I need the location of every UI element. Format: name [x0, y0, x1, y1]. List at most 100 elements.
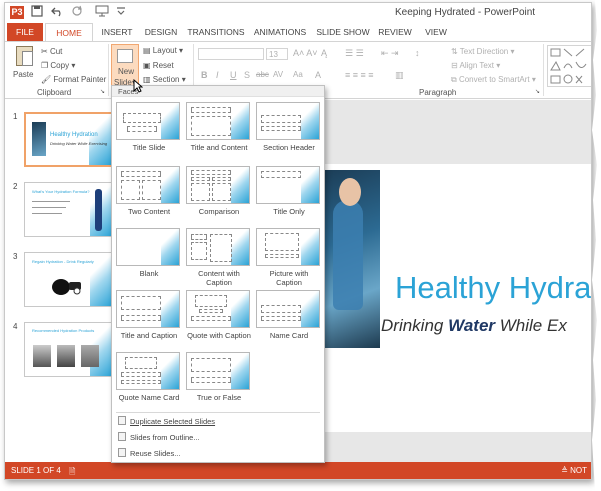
layout-quote-with-caption[interactable]: Quote with Caption: [186, 290, 252, 340]
align-icons[interactable]: ≡ ≡ ≡ ≡: [345, 70, 374, 80]
layout-button[interactable]: ▤ Layout ▾: [143, 46, 183, 55]
notes-label: NOT: [570, 466, 587, 475]
section-button[interactable]: ▥ Section ▾: [143, 75, 186, 84]
layout-two-content[interactable]: Two Content: [116, 166, 182, 216]
tab-insert[interactable]: INSERT: [95, 23, 139, 41]
slide-thumbnail-4[interactable]: Recommended Hydration Products: [24, 322, 113, 377]
presenter-icon[interactable]: [95, 5, 109, 22]
slide-subtitle-bold: Water: [448, 316, 496, 335]
command-label: Duplicate Selected Slides: [130, 417, 216, 426]
bold-button[interactable]: B: [201, 70, 208, 80]
layout-comparison[interactable]: Comparison: [186, 166, 252, 216]
slide-thumbnails-pane: 1 Healthy Hydration Drinking Water While…: [5, 100, 117, 462]
tab-slide-show[interactable]: SLIDE SHOW: [315, 23, 371, 41]
redo-icon[interactable]: [71, 5, 83, 22]
command-label: Reuse Slides...: [130, 449, 181, 458]
layout-content-with-caption[interactable]: Content with Caption: [186, 228, 252, 287]
grow-font-icon[interactable]: A˄ A˅: [293, 48, 318, 58]
text-direction-button[interactable]: ⇅ Text Direction ▾: [451, 47, 515, 56]
slides-from-outline-command[interactable]: Slides from Outline...: [118, 432, 200, 444]
font-color-button[interactable]: A: [315, 70, 321, 80]
layout-name-card[interactable]: Name Card: [256, 290, 322, 340]
copy-button[interactable]: ❐ Copy ▾: [41, 61, 75, 70]
current-slide[interactable]: Healthy Hydra Drinking Water While Ex: [317, 164, 591, 432]
layout-blank[interactable]: Blank: [116, 228, 182, 278]
underline-button[interactable]: U: [230, 70, 237, 80]
thumbnail-number: 3: [13, 252, 18, 261]
mouse-cursor-icon: [133, 79, 143, 93]
reset-icon: ▣: [143, 61, 151, 70]
thumbnail-text-line: [32, 207, 66, 208]
line-spacing-icon[interactable]: ↕: [415, 48, 420, 58]
slide-subtitle-part: Drinking: [381, 316, 449, 335]
reuse-slides-command[interactable]: Reuse Slides...: [118, 448, 180, 460]
tab-file[interactable]: FILE: [7, 23, 43, 41]
font-name-field[interactable]: [198, 48, 264, 60]
tab-home[interactable]: HOME: [45, 23, 93, 41]
align-text-button[interactable]: ⊟ Align Text ▾: [451, 61, 500, 70]
section-label: Section: [152, 75, 180, 84]
save-icon[interactable]: [31, 5, 43, 22]
layout-true-or-false[interactable]: True or False: [186, 352, 252, 402]
slide-thumbnail-1[interactable]: Healthy Hydration Drinking Water While E…: [24, 112, 113, 167]
change-case-button[interactable]: Aa: [293, 70, 303, 79]
paste-button[interactable]: Paste: [13, 70, 33, 79]
shadow-button[interactable]: S: [244, 70, 250, 80]
indent-icon[interactable]: ⇤ ⇥: [381, 48, 399, 59]
slide-title[interactable]: Healthy Hydra: [395, 270, 591, 306]
dropdown-divider: [116, 412, 320, 413]
layout-label: Title and Content: [190, 143, 248, 152]
layout-title-slide[interactable]: Title Slide: [116, 102, 182, 152]
clipboard-launcher-icon[interactable]: ↘: [100, 88, 105, 95]
reuse-icon: [118, 448, 126, 457]
reset-label: Reset: [152, 61, 174, 70]
layout-title-and-caption[interactable]: Title and Caption: [116, 290, 182, 340]
italic-button[interactable]: I: [216, 70, 219, 80]
notes-button[interactable]: ≜ NOT: [561, 466, 587, 475]
char-spacing-button[interactable]: AV: [273, 70, 283, 79]
layout-thumbnail: [256, 228, 320, 266]
reset-button[interactable]: ▣ Reset: [143, 61, 174, 70]
convert-smartart-label: Convert to SmartArt: [458, 75, 530, 84]
tab-animations[interactable]: ANIMATIONS: [249, 23, 311, 41]
tab-review[interactable]: REVIEW: [375, 23, 415, 41]
convert-smartart-button[interactable]: ⧉ Convert to SmartArt ▾: [451, 75, 536, 85]
slide-subtitle[interactable]: Drinking Water While Ex: [381, 316, 567, 336]
slide-counter: SLIDE 1 OF 4: [11, 466, 61, 475]
layout-title-and-content[interactable]: Title and Content: [186, 102, 252, 152]
format-painter-button[interactable]: 🖌 Format Painter: [41, 75, 106, 84]
layout-section-header[interactable]: Section Header: [256, 102, 322, 152]
slide-thumbnail-2[interactable]: What's Your Hydration Formula?: [24, 182, 113, 237]
photo-head: [339, 178, 361, 206]
slide-thumbnail-3[interactable]: Regain Hydration - Drink Regularly: [24, 252, 113, 307]
layout-quote-name-card[interactable]: Quote Name Card: [116, 352, 182, 402]
thumbnail-title: Regain Hydration - Drink Regularly: [32, 259, 94, 264]
bullets-icon[interactable]: ☰ ☰: [345, 48, 364, 59]
shapes-gallery[interactable]: [547, 45, 591, 87]
layout-label: Comparison: [198, 207, 240, 216]
spellcheck-icon[interactable]: 🗎: [69, 466, 75, 479]
strikethrough-button[interactable]: abc: [256, 70, 269, 79]
layout-picture-with-caption[interactable]: Picture with Caption: [256, 228, 322, 287]
layout-thumbnail: [256, 102, 320, 140]
powerpoint-icon: P3: [10, 6, 24, 19]
thumbnail-number: 4: [13, 322, 18, 331]
clear-format-icon[interactable]: Ą: [321, 48, 327, 58]
columns-icon[interactable]: ▥: [395, 70, 404, 81]
font-size-field[interactable]: 13: [266, 48, 288, 60]
undo-icon[interactable]: [51, 5, 65, 22]
customize-icon[interactable]: [115, 5, 127, 22]
layout-title-only[interactable]: Title Only: [256, 166, 322, 216]
cut-button[interactable]: ✂ Cut: [41, 47, 62, 56]
paragraph-launcher-icon[interactable]: ↘: [535, 88, 540, 95]
paste-icon[interactable]: [16, 46, 33, 66]
font-size-value: 13: [269, 50, 278, 59]
tab-view[interactable]: VIEW: [419, 23, 453, 41]
tab-design[interactable]: DESIGN: [139, 23, 183, 41]
tab-transitions[interactable]: TRANSITIONS: [185, 23, 247, 41]
text-direction-label: Text Direction: [459, 47, 509, 56]
command-label: Slides from Outline...: [130, 433, 200, 442]
title-bar: P3 Keeping Hydrated - PowerPoint: [5, 3, 591, 23]
duplicate-slides-command[interactable]: Duplicate Selected Slides: [118, 416, 215, 428]
status-bar: SLIDE 1 OF 4 🗎 ≜ NOT: [5, 462, 591, 479]
